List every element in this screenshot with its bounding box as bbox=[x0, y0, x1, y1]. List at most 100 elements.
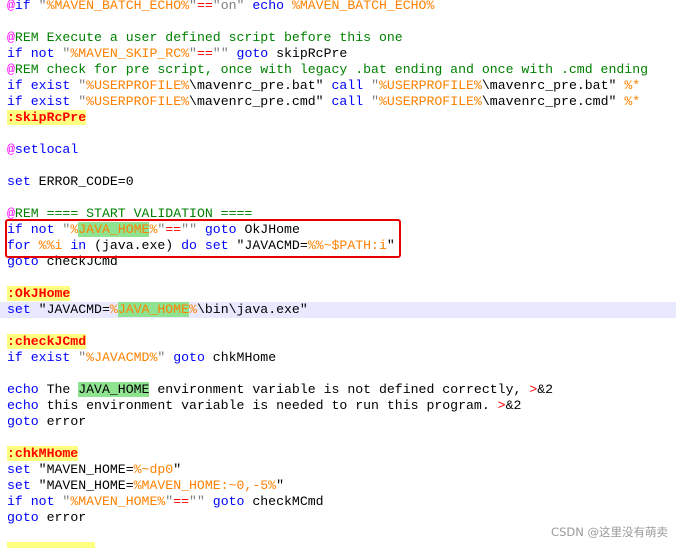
code-token: if exist bbox=[7, 350, 79, 365]
code-token: if not bbox=[7, 46, 63, 61]
code-token: &2 bbox=[505, 398, 522, 413]
code-token: "on" bbox=[212, 0, 245, 13]
code-token: " bbox=[78, 350, 87, 365]
code-token: "MAVEN_HOME= bbox=[38, 478, 134, 493]
code-line[interactable]: @if "%MAVEN_BATCH_ECHO%"=="on" echo %MAV… bbox=[0, 0, 676, 14]
code-token: \mavenrc_pre.cmd" bbox=[481, 94, 617, 109]
code-token: if exist bbox=[7, 94, 79, 109]
code-label: :chkMHome bbox=[7, 446, 79, 461]
code-token: \bin\java.exe" bbox=[196, 302, 308, 317]
code-token: @ bbox=[7, 142, 15, 157]
code-line[interactable]: set "MAVEN_HOME=%MAVEN_HOME:~0,-5%" bbox=[0, 478, 676, 494]
code-token: " bbox=[371, 78, 379, 93]
code-token: set bbox=[7, 174, 39, 189]
code-token: set bbox=[7, 302, 39, 317]
code-token: @ bbox=[7, 30, 15, 45]
code-token: if not bbox=[7, 494, 63, 509]
code-line[interactable]: :chkMHome bbox=[0, 446, 676, 462]
code-token: chkMHome bbox=[212, 350, 277, 365]
code-label: :skipRcPre bbox=[7, 110, 87, 125]
watermark-text: CSDN @这里没有萌卖 bbox=[551, 525, 668, 539]
code-token: &2 bbox=[537, 382, 554, 397]
code-token: %MAVEN_BATCH_ECHO% bbox=[46, 0, 190, 13]
code-line[interactable]: goto error bbox=[0, 414, 676, 430]
code-token: @ bbox=[7, 62, 15, 77]
code-token: goto bbox=[228, 46, 277, 61]
code-editor[interactable]: @if "%MAVEN_BATCH_ECHO%"=="on" echo %MAV… bbox=[0, 0, 676, 546]
code-token: " bbox=[189, 46, 197, 61]
code-token: environment variable is not defined corr… bbox=[149, 382, 530, 397]
code-line[interactable] bbox=[0, 190, 676, 206]
code-token: %MAVEN_HOME:~0,-5% bbox=[133, 478, 277, 493]
code-line[interactable]: set ERROR_CODE=0 bbox=[0, 174, 676, 190]
code-token: ERROR_CODE=0 bbox=[38, 174, 134, 189]
code-token: echo bbox=[7, 382, 47, 397]
code-line[interactable]: set "JAVACMD=%JAVA_HOME%\bin\java.exe" bbox=[0, 302, 676, 318]
next-label-highlight bbox=[7, 542, 95, 548]
code-token: error bbox=[46, 510, 87, 525]
code-token: goto bbox=[7, 414, 47, 429]
code-line[interactable]: if exist "%USERPROFILE%\mavenrc_pre.cmd"… bbox=[0, 94, 676, 110]
code-token: \mavenrc_pre.bat" bbox=[189, 78, 324, 93]
code-token: %USERPROFILE% bbox=[86, 78, 190, 93]
code-token: > bbox=[497, 398, 506, 413]
code-token: == bbox=[196, 46, 213, 61]
code-line[interactable] bbox=[0, 126, 676, 142]
code-token: %JAVACMD% bbox=[86, 350, 158, 365]
code-line[interactable] bbox=[0, 270, 676, 286]
code-token: %MAVEN_HOME% bbox=[70, 494, 166, 509]
code-line[interactable] bbox=[0, 14, 676, 30]
code-token: " bbox=[78, 78, 87, 93]
code-token: "" bbox=[189, 494, 205, 509]
code-line[interactable]: :skipRcPre bbox=[0, 110, 676, 126]
code-token: call bbox=[323, 94, 372, 109]
code-token: %MAVEN_SKIP_RC% bbox=[70, 46, 190, 61]
code-line[interactable]: :OkJHome bbox=[0, 286, 676, 302]
code-token: %USERPROFILE% bbox=[379, 94, 482, 109]
code-line[interactable]: set "MAVEN_HOME=%~dp0" bbox=[0, 462, 676, 478]
code-token: "JAVACMD= bbox=[38, 302, 110, 317]
code-token: setlocal bbox=[14, 142, 79, 157]
code-line[interactable] bbox=[0, 430, 676, 446]
code-line[interactable]: :checkJCmd bbox=[0, 334, 676, 350]
code-token: " bbox=[78, 94, 87, 109]
code-line[interactable]: if not "%MAVEN_HOME%"=="" goto checkMCmd bbox=[0, 494, 676, 510]
code-token: \mavenrc_pre.cmd" bbox=[189, 94, 324, 109]
code-token: " bbox=[276, 478, 284, 493]
code-token: " bbox=[38, 0, 47, 13]
code-line[interactable]: @setlocal bbox=[0, 142, 676, 158]
code-token: " bbox=[173, 462, 182, 477]
code-line[interactable]: if exist "%USERPROFILE%\mavenrc_pre.bat"… bbox=[0, 78, 676, 94]
code-token: " bbox=[189, 0, 197, 13]
code-label: :checkJCmd bbox=[7, 334, 87, 349]
code-token: The bbox=[46, 382, 79, 397]
code-token: set bbox=[7, 462, 39, 477]
code-token: == bbox=[173, 494, 190, 509]
code-line[interactable]: if exist "%JAVACMD%" goto chkMHome bbox=[0, 350, 676, 366]
code-token: %USERPROFILE% bbox=[86, 94, 190, 109]
code-token: set bbox=[7, 478, 39, 493]
code-line[interactable]: if not "%MAVEN_SKIP_RC%"=="" goto skipRc… bbox=[0, 46, 676, 62]
code-token: % bbox=[109, 302, 118, 317]
code-token: checkMCmd bbox=[252, 494, 324, 509]
code-token: %~dp0 bbox=[133, 462, 174, 477]
code-line[interactable]: @REM check for pre script, once with leg… bbox=[0, 62, 676, 78]
code-line[interactable] bbox=[0, 366, 676, 382]
code-label: :OkJHome bbox=[7, 286, 71, 301]
code-token: %* bbox=[616, 94, 641, 109]
code-token: "" bbox=[212, 46, 229, 61]
code-line[interactable]: echo this environment variable is needed… bbox=[0, 398, 676, 414]
code-token: JAVA_HOME bbox=[117, 302, 190, 317]
code-token: @ bbox=[7, 0, 15, 13]
code-line[interactable]: echo The JAVA_HOME environment variable … bbox=[0, 382, 676, 398]
code-token: goto bbox=[7, 510, 47, 525]
code-token: \mavenrc_pre.bat" bbox=[481, 78, 617, 93]
selection-highlight-box bbox=[5, 219, 401, 258]
code-token: % bbox=[189, 302, 197, 317]
code-line[interactable] bbox=[0, 158, 676, 174]
code-line[interactable]: @REM Execute a user defined script befor… bbox=[0, 30, 676, 46]
code-token: call bbox=[323, 78, 372, 93]
code-token: REM check for pre script, once with lega… bbox=[14, 62, 649, 77]
code-line[interactable] bbox=[0, 318, 676, 334]
code-token: %* bbox=[616, 78, 641, 93]
